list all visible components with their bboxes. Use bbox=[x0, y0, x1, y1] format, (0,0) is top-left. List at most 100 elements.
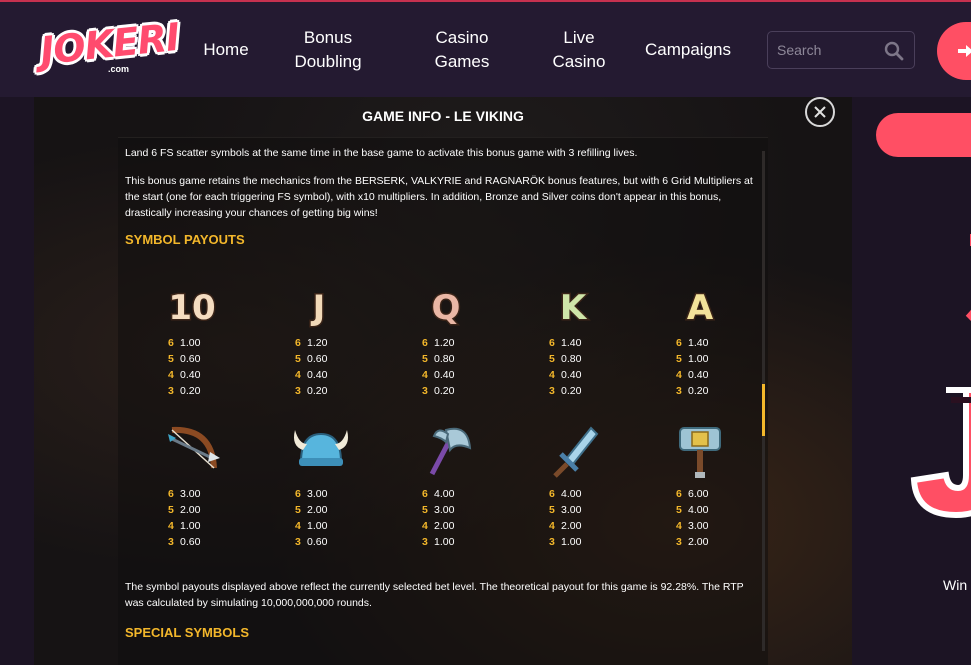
payout-row: 4 1.00 bbox=[295, 518, 327, 534]
payout-row: 3 1.00 bbox=[422, 534, 454, 550]
symbol-payout-j: J 6 1.20 5 0.60 4 0.40 3 0.20 bbox=[283, 279, 383, 419]
payout-count: 6 bbox=[549, 337, 555, 349]
payout-value: 3.00 bbox=[434, 504, 455, 516]
payout-value: 0.20 bbox=[180, 385, 201, 397]
payout-value: 0.80 bbox=[434, 353, 455, 365]
payout-row: 4 2.00 bbox=[422, 518, 454, 534]
nav-live-casino[interactable]: Live Casino bbox=[544, 26, 614, 74]
payout-count: 6 bbox=[168, 337, 174, 349]
payout-value: 3.00 bbox=[180, 488, 201, 500]
payout-row: 3 2.00 bbox=[676, 534, 708, 550]
close-button[interactable] bbox=[805, 97, 835, 127]
payout-value: 1.00 bbox=[688, 353, 709, 365]
payout-value: 2.00 bbox=[434, 520, 455, 532]
payout-count: 3 bbox=[295, 536, 301, 548]
payout-row: 3 0.20 bbox=[422, 383, 454, 399]
payout-count: 3 bbox=[676, 536, 682, 548]
payout-count: 6 bbox=[549, 488, 555, 500]
payout-row: 3 1.00 bbox=[549, 534, 581, 550]
payout-value: 0.40 bbox=[434, 369, 455, 381]
nav-home[interactable]: Home bbox=[196, 38, 256, 62]
payout-count: 4 bbox=[549, 520, 555, 532]
payout-value: 3.00 bbox=[561, 504, 582, 516]
payout-value: 6.00 bbox=[688, 488, 709, 500]
nav-casino-games[interactable]: Casino Games bbox=[422, 26, 502, 74]
payout-value: 0.40 bbox=[180, 369, 201, 381]
payout-row: 6 1.20 bbox=[422, 335, 454, 351]
nav-campaigns[interactable]: Campaigns bbox=[636, 38, 740, 62]
nav-bonus-doubling-line1: Bonus bbox=[303, 28, 353, 47]
payout-value: 4.00 bbox=[434, 488, 455, 500]
payout-count: 3 bbox=[168, 536, 174, 548]
login-button[interactable] bbox=[937, 22, 971, 80]
payout-row: 4 0.40 bbox=[295, 367, 327, 383]
payout-count: 5 bbox=[422, 353, 428, 365]
payout-row: 6 4.00 bbox=[422, 486, 454, 502]
nav-casino-games-line1: Casino bbox=[435, 28, 489, 47]
payout-count: 5 bbox=[422, 504, 428, 516]
jokeri-logo[interactable]: JOKERI .com bbox=[38, 15, 181, 82]
payout-row: 5 1.00 bbox=[676, 351, 708, 367]
ace-symbol-text: A bbox=[687, 288, 714, 328]
cta-pill-button[interactable] bbox=[876, 113, 971, 157]
symbol-payout-q: Q 6 1.20 5 0.80 4 0.40 3 0.20 bbox=[410, 279, 510, 419]
rtp-paragraph: The symbol payouts displayed above refle… bbox=[125, 581, 744, 609]
promo-win-text: Win bbox=[943, 577, 968, 593]
viking-helmet-symbol-icon bbox=[294, 430, 348, 466]
payout-count: 6 bbox=[295, 488, 301, 500]
king-symbol-text: K bbox=[560, 288, 588, 328]
payout-count: 4 bbox=[549, 369, 555, 381]
payout-row: 6 1.20 bbox=[295, 335, 327, 351]
close-icon bbox=[814, 106, 826, 118]
payout-row: 4 0.40 bbox=[168, 367, 200, 383]
game-info-modal: GAME INFO - LE VIKING Land 6 FS scatter … bbox=[34, 97, 852, 665]
payout-count: 4 bbox=[422, 520, 428, 532]
ten-symbol-icon: 10 bbox=[167, 287, 217, 330]
search-input[interactable]: Search bbox=[767, 31, 915, 69]
payout-count: 4 bbox=[168, 369, 174, 381]
bonus-mechanics-paragraph: This bonus game retains the mechanics fr… bbox=[125, 175, 753, 219]
ace-symbol-icon: A bbox=[685, 287, 715, 330]
sword-symbol-icon bbox=[553, 426, 599, 478]
payout-value: 0.20 bbox=[688, 385, 709, 397]
nav-bonus-doubling[interactable]: Bonus Doubling bbox=[284, 26, 372, 74]
symbol-payout-bow: 6 3.00 5 2.00 4 1.00 3 0.60 bbox=[156, 422, 256, 562]
payout-value: 3.00 bbox=[688, 520, 709, 532]
hammer-symbol-icon bbox=[679, 427, 721, 478]
payout-row: 5 0.60 bbox=[295, 351, 327, 367]
payout-value: 0.20 bbox=[434, 385, 455, 397]
payout-count: 4 bbox=[676, 369, 682, 381]
payout-row: 5 0.80 bbox=[549, 351, 581, 367]
payout-row: 5 3.00 bbox=[422, 502, 454, 518]
jack-symbol-text: J bbox=[311, 288, 326, 328]
queen-symbol-icon: Q bbox=[430, 287, 462, 330]
payout-count: 5 bbox=[295, 353, 301, 365]
nav-live-casino-line2: Casino bbox=[552, 52, 606, 71]
payout-row: 5 2.00 bbox=[168, 502, 200, 518]
payout-count: 4 bbox=[422, 369, 428, 381]
payout-row: 3 0.60 bbox=[295, 534, 327, 550]
payout-row: 6 1.40 bbox=[676, 335, 708, 351]
symbol-payout-10: 10 6 1.00 5 0.60 4 0.40 3 0.20 bbox=[156, 279, 256, 419]
payout-count: 4 bbox=[295, 369, 301, 381]
payout-value: 0.20 bbox=[561, 385, 582, 397]
payout-value: 1.00 bbox=[307, 520, 328, 532]
scrollbar-thumb[interactable] bbox=[762, 384, 765, 436]
payout-count: 3 bbox=[422, 536, 428, 548]
payout-value: 0.60 bbox=[180, 353, 201, 365]
payout-row: 4 0.40 bbox=[549, 367, 581, 383]
king-symbol-icon: K bbox=[558, 287, 589, 330]
payout-value: 1.00 bbox=[561, 536, 582, 548]
payout-count: 5 bbox=[549, 504, 555, 516]
payout-value: 0.80 bbox=[561, 353, 582, 365]
symbol-payout-hammer: 6 6.00 5 4.00 4 3.00 3 2.00 bbox=[664, 422, 764, 562]
payout-value: 1.20 bbox=[307, 337, 328, 349]
payout-value: 1.40 bbox=[561, 337, 582, 349]
nav-casino-games-line2: Games bbox=[434, 52, 490, 71]
symbol-payout-sword: 6 4.00 5 3.00 4 2.00 3 1.00 bbox=[537, 422, 637, 562]
payout-count: 3 bbox=[549, 536, 555, 548]
payout-count: 3 bbox=[295, 385, 301, 397]
payout-count: 4 bbox=[168, 520, 174, 532]
login-arrow-icon bbox=[958, 45, 971, 57]
payout-row: 5 0.60 bbox=[168, 351, 200, 367]
